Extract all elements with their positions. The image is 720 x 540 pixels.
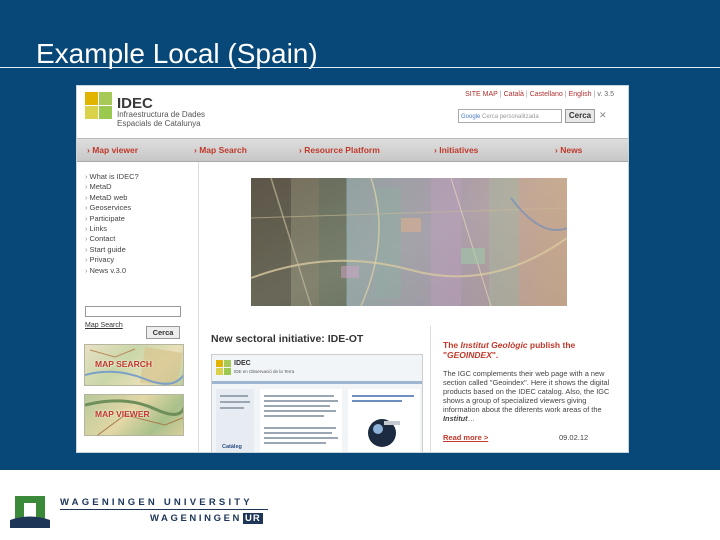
sidebar-item-participate[interactable]: › Participate bbox=[85, 214, 139, 224]
read-more-link[interactable]: Read more > bbox=[443, 433, 488, 442]
sidebar-item-metad[interactable]: › MetaD bbox=[85, 182, 139, 192]
main-navigation: › Map viewer › Map Search › Resource Pla… bbox=[77, 138, 628, 162]
footer-rule bbox=[60, 509, 268, 510]
ur-badge: UR bbox=[242, 513, 263, 524]
logo-subtitle: Espacials de Catalunya bbox=[117, 119, 201, 128]
site-search-input[interactable]: Google Cerca personalitzada bbox=[458, 109, 562, 123]
university-wordmark: WAGENINGEN UR bbox=[150, 513, 263, 524]
sidebar-item-geoservices[interactable]: › Geoservices bbox=[85, 203, 139, 213]
sidebar-item-start-guide[interactable]: › Start guide bbox=[85, 245, 139, 255]
news-left-thumbnail[interactable]: IDEC IDE en Observació de la Terra Catàl… bbox=[211, 354, 423, 452]
nav-resource-platform[interactable]: › Resource Platform bbox=[299, 145, 380, 155]
site-search-button[interactable]: Cerca bbox=[565, 109, 595, 123]
top-links: SITE MAP | Català | Castellano | English | v. 3.… bbox=[465, 91, 614, 98]
thumb-logo-subtitle: IDE en Observació de la Terra bbox=[234, 369, 295, 374]
news-date: 09.02.12 bbox=[559, 433, 589, 442]
sidebar-item-privacy[interactable]: › Privacy bbox=[85, 255, 139, 265]
map-search-banner[interactable]: MAP SEARCH bbox=[84, 344, 184, 386]
sidebar-item-links[interactable]: › Links bbox=[85, 224, 139, 234]
nav-map-search[interactable]: › Map Search bbox=[194, 145, 247, 155]
sidebar-item-news[interactable]: › News v.3.0 bbox=[85, 266, 139, 276]
news-left-title[interactable]: New sectoral initiative: IDE-OT bbox=[211, 333, 363, 345]
title-underline bbox=[0, 67, 720, 68]
news-right-panel: The Institut Geològic publish the "GEOIN… bbox=[443, 340, 618, 424]
nav-map-viewer[interactable]: › Map viewer bbox=[87, 145, 138, 155]
sidebar-item-contact[interactable]: › Contact bbox=[85, 234, 139, 244]
aerial-mosaic-image[interactable] bbox=[251, 178, 567, 306]
news-right-body: The IGC complements their web page with … bbox=[443, 369, 610, 424]
map-search-banner-label: MAP SEARCH bbox=[95, 359, 152, 369]
google-label: Google bbox=[461, 114, 481, 120]
map-search-button[interactable]: Cerca bbox=[146, 326, 180, 339]
logo-subtitle: Infraestructura de Dades bbox=[117, 110, 206, 119]
column-divider bbox=[430, 326, 431, 452]
website-screenshot: IDEC Infraestructura de Dades Espacials … bbox=[76, 85, 629, 453]
map-search-link[interactable]: Map Search bbox=[85, 322, 123, 329]
close-icon[interactable]: ✕ bbox=[599, 110, 607, 121]
link-catala[interactable]: Català bbox=[504, 91, 524, 98]
sidebar-item-metad-web[interactable]: › MetaD web bbox=[85, 193, 139, 203]
slide-title: Example Local (Spain) bbox=[36, 38, 318, 69]
map-viewer-banner-label: MAP VIEWER bbox=[95, 409, 150, 419]
sidebar-menu: › What is IDEC? › MetaD › MetaD web › Geoser… bbox=[85, 172, 139, 276]
idec-logo-icon[interactable] bbox=[85, 92, 113, 120]
link-english[interactable]: English bbox=[569, 91, 592, 98]
university-name: WAGENINGEN UNIVERSITY bbox=[60, 497, 253, 508]
search-placeholder: Cerca personalitzada bbox=[482, 114, 539, 120]
version-label: v. 3.5 bbox=[597, 91, 614, 98]
map-viewer-banner[interactable]: MAP VIEWER bbox=[84, 394, 184, 436]
link-site-map[interactable]: SITE MAP bbox=[465, 91, 498, 98]
thumb-logo-name: IDEC bbox=[234, 360, 251, 367]
news-right-title[interactable]: The Institut Geològic publish the "GEOIN… bbox=[443, 340, 618, 360]
map-search-input[interactable] bbox=[85, 306, 181, 317]
nav-news[interactable]: › News bbox=[555, 145, 582, 155]
left-sidebar: › What is IDEC? › MetaD › MetaD web › Geoser… bbox=[77, 162, 199, 452]
nav-initiatives[interactable]: › Initiatives bbox=[434, 145, 478, 155]
link-castellano[interactable]: Castellano bbox=[530, 91, 563, 98]
site-header: IDEC Infraestructura de Dades Espacials … bbox=[77, 86, 628, 138]
sidebar-item-what-is-idec[interactable]: › What is IDEC? bbox=[85, 172, 139, 182]
wageningen-logo-icon bbox=[10, 496, 50, 528]
thumb-catalog-label: Catàleg bbox=[222, 444, 242, 450]
